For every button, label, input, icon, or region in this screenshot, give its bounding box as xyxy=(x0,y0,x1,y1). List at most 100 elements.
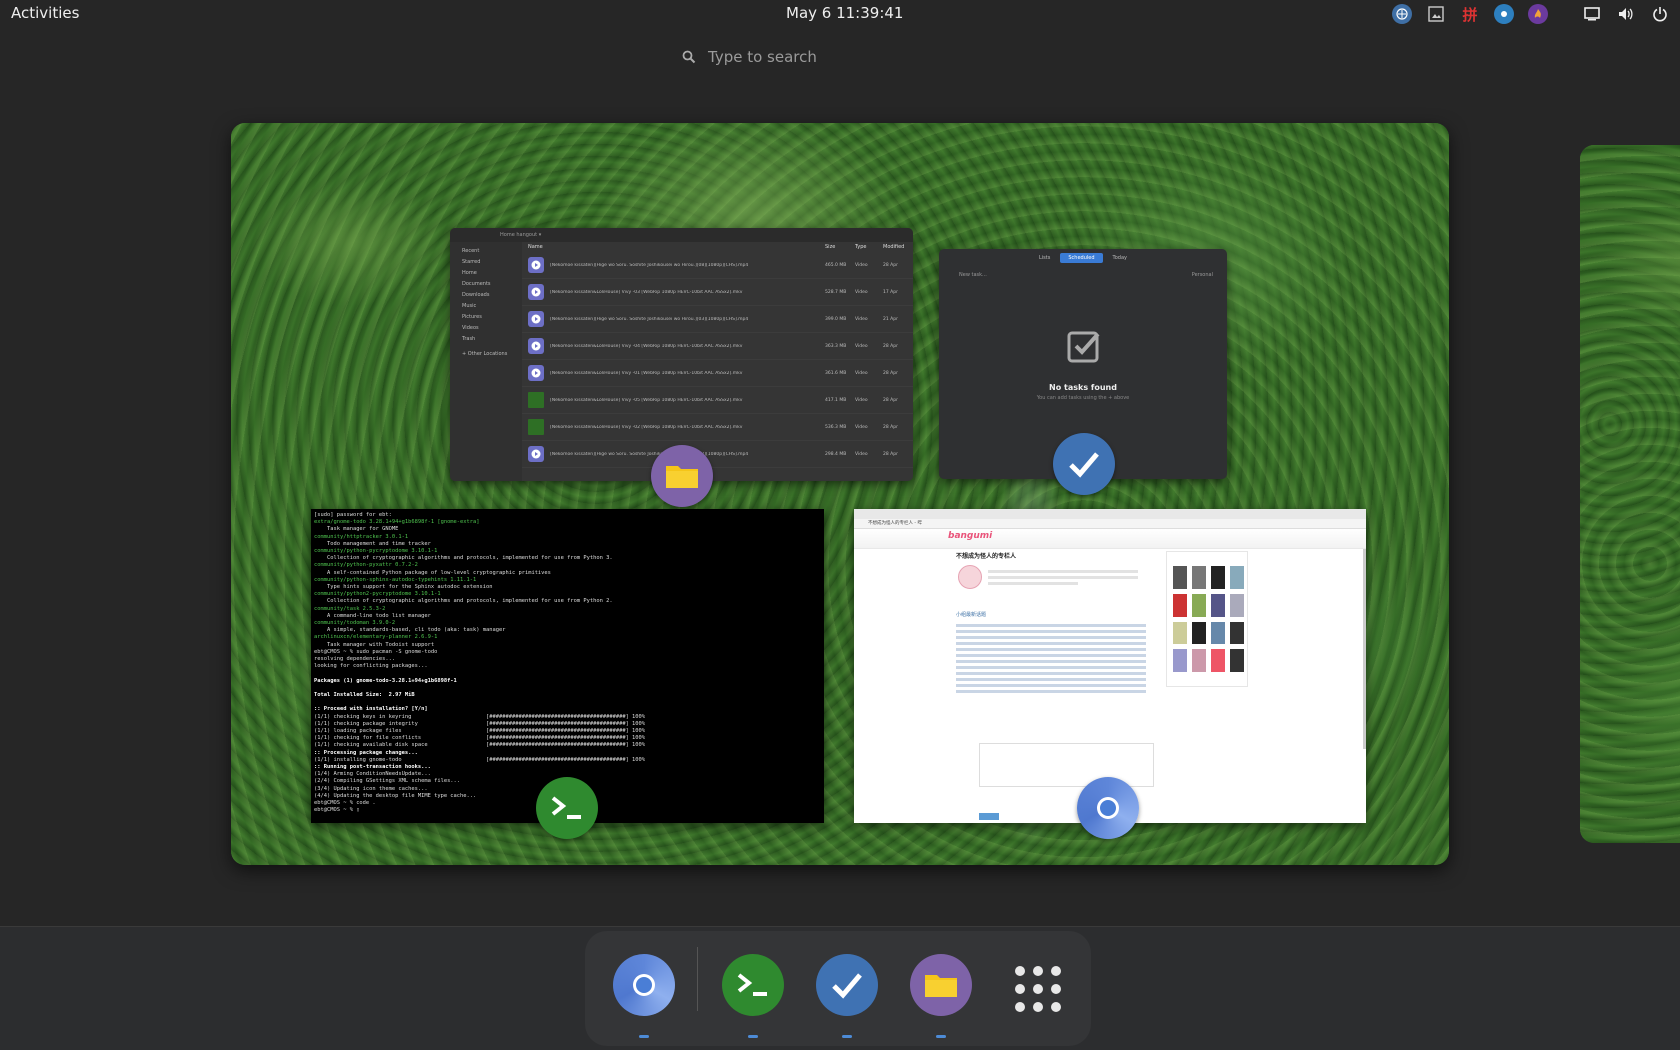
terminal-line: community/python2-pycryptodome 3.10.1-1 xyxy=(314,591,441,598)
file-size: 465.0 MB xyxy=(825,262,847,268)
browser-tab-title: 不想成为怪人的专栏人 - 哔 xyxy=(868,521,922,526)
file-name: [Nekomoe kissaten][Hige wo Soru. Soshite… xyxy=(550,262,749,268)
browser-urlbar xyxy=(854,519,1366,529)
terminal-line: A command-line todo list manager xyxy=(314,612,431,619)
file-modified: 21 Apr xyxy=(883,316,898,322)
file-size: 417.1 MB xyxy=(825,397,847,403)
dock-files-button[interactable] xyxy=(910,954,972,1016)
site-logo: bangumi xyxy=(948,531,993,541)
section-header: 小组最新话题 xyxy=(956,612,987,618)
files-sidebar-item: Recent xyxy=(462,248,480,254)
video-file-icon xyxy=(528,257,544,273)
file-name: [Nekomoe kissaten&LoliHouse] Vivy -02 [W… xyxy=(550,424,743,430)
folder-icon xyxy=(925,975,957,997)
terminal-line: (1/1) loading package files [###########… xyxy=(314,728,646,735)
site-banner: bangumi xyxy=(854,529,1366,549)
member-grid xyxy=(1166,551,1248,687)
terminal-line: ebt@CMOS ~ % sudo pacman -S gnome-todo xyxy=(314,648,438,655)
file-size: 298.4 MB xyxy=(825,451,847,457)
terminal-line: Total Installed Size: 2.97 MiB xyxy=(314,692,415,699)
file-name: [Nekomoe kissaten&LoliHouse] Vivy -05 [W… xyxy=(550,397,743,403)
terminal-line: (1/1) checking package integrity [######… xyxy=(314,720,646,727)
file-modified: 28 Apr xyxy=(883,451,898,457)
show-apps-button[interactable] xyxy=(1005,959,1065,1019)
terminal-line: community/task 2.5.3-2 xyxy=(314,605,386,612)
terminal-line: Todo management and time tracker xyxy=(314,540,431,547)
files-column-headers: Name Size Type Modified xyxy=(522,242,913,252)
terminal-line: Collection of cryptographic algorithms a… xyxy=(314,555,613,562)
next-workspace-thumbnail[interactable] xyxy=(1580,145,1680,843)
video-file-icon xyxy=(528,365,544,381)
terminal-line: community/python-pyxattr 0.7.2-2 xyxy=(314,562,418,569)
display-icon[interactable] xyxy=(1582,4,1602,24)
terminal-line: (1/1) checking for file conflicts [#####… xyxy=(314,735,646,742)
file-type: Video xyxy=(855,424,868,430)
file-size: 363.3 MB xyxy=(825,343,847,349)
terminal-line: Collection of cryptographic algorithms a… xyxy=(314,598,613,605)
video-file-icon xyxy=(528,446,544,462)
input-method-icon[interactable] xyxy=(1392,4,1412,24)
file-name: [Nekomoe kissaten&LoliHouse] Vivy -01 [W… xyxy=(550,370,743,376)
file-size: 536.3 MB xyxy=(825,424,847,430)
checkmark-icon xyxy=(832,973,862,999)
file-modified: 28 Apr xyxy=(883,262,898,268)
files-sidebar-item: Pictures xyxy=(462,314,482,320)
browser-window-thumbnail[interactable]: 不想成为怪人的专栏人 - 哔 bangumi 不想成为怪人的专栏人 小组最新话题 xyxy=(854,509,1366,823)
screenshot-icon[interactable] xyxy=(1426,4,1446,24)
search-bar[interactable]: Type to search xyxy=(682,44,922,70)
empty-subtitle: You can add tasks using the + above xyxy=(1036,395,1130,401)
running-indicator xyxy=(639,1035,649,1038)
files-sidebar-item: Documents xyxy=(462,281,491,287)
clock[interactable]: May 6 11:39:41 xyxy=(786,4,903,22)
dock-terminal-button[interactable] xyxy=(722,954,784,1016)
file-type: Video xyxy=(855,370,868,376)
dock-todo-button[interactable] xyxy=(816,954,878,1016)
files-sidebar-item: Home xyxy=(462,270,477,276)
file-row: [Nekomoe kissaten&LoliHouse] Vivy -05 [W… xyxy=(522,387,913,414)
power-icon[interactable] xyxy=(1650,4,1670,24)
indicator-app-icon[interactable] xyxy=(1494,4,1514,24)
terminal-line: A simple, standards-based, cli todo (aka… xyxy=(314,627,506,634)
submit-button xyxy=(979,813,999,820)
file-row: [Nekomoe kissaten][Hige wo Soru. Soshite… xyxy=(522,252,913,279)
terminal-line: community/httptracker 3.0.1-1 xyxy=(314,533,409,540)
dock-separator xyxy=(697,947,698,1011)
terminal-line: :: Proceed with installation? [Y/n] xyxy=(314,706,428,713)
image-thumbnail-icon xyxy=(528,419,544,435)
files-window-thumbnail[interactable]: Home hangout ▾ Recent Starred Home Docum… xyxy=(450,228,913,481)
flame-app-icon[interactable] xyxy=(1528,4,1548,24)
checkmark-icon xyxy=(1069,452,1099,478)
app-grid-icon xyxy=(1015,966,1025,976)
gnome-overview: Activities May 6 11:39:41 拼 Type to sear… xyxy=(0,0,1680,1050)
terminal-prompt-icon xyxy=(737,973,767,996)
terminal-line: community/python-pycryptodome 3.10.1-1 xyxy=(314,548,438,555)
file-name: [Nekomoe kissaten][Hige wo Soru. Soshite… xyxy=(550,316,749,322)
file-size: 361.6 MB xyxy=(825,370,847,376)
files-sidebar-item: Starred xyxy=(462,259,481,265)
terminal-prompt-icon xyxy=(551,796,581,819)
terminal-line: :: Processing package changes... xyxy=(314,749,418,756)
image-thumbnail-icon xyxy=(528,392,544,408)
file-modified: 17 Apr xyxy=(883,289,898,295)
tab-today: Today xyxy=(1112,255,1127,261)
dock-chromium-button[interactable] xyxy=(613,954,675,1016)
running-indicator xyxy=(842,1035,852,1038)
terminal-line: A self-contained Python package of low-l… xyxy=(314,569,551,576)
pinyin-icon[interactable]: 拼 xyxy=(1460,4,1480,24)
col-size: Size xyxy=(825,244,836,250)
file-modified: 28 Apr xyxy=(883,370,898,376)
file-type: Video xyxy=(855,451,868,457)
file-modified: 28 Apr xyxy=(883,397,898,403)
terminal-window-thumbnail[interactable]: [sudo] password for ebt: extra/gnome-todo… xyxy=(311,509,824,823)
volume-icon[interactable] xyxy=(1616,4,1636,24)
files-sidebar: Recent Starred Home Documents Downloads … xyxy=(450,242,522,481)
search-icon xyxy=(682,50,696,64)
terminal-line: (1/1) checking available disk space [###… xyxy=(314,742,646,749)
terminal-line: [sudo] password for ebt: xyxy=(314,512,392,518)
file-modified: 28 Apr xyxy=(883,424,898,430)
activities-button[interactable]: Activities xyxy=(11,4,79,22)
terminal-line: (1/1) installing gnome-todo [###########… xyxy=(314,756,646,763)
file-row: [Nekomoe kissaten&LoliHouse] Vivy -04 [W… xyxy=(522,333,913,360)
